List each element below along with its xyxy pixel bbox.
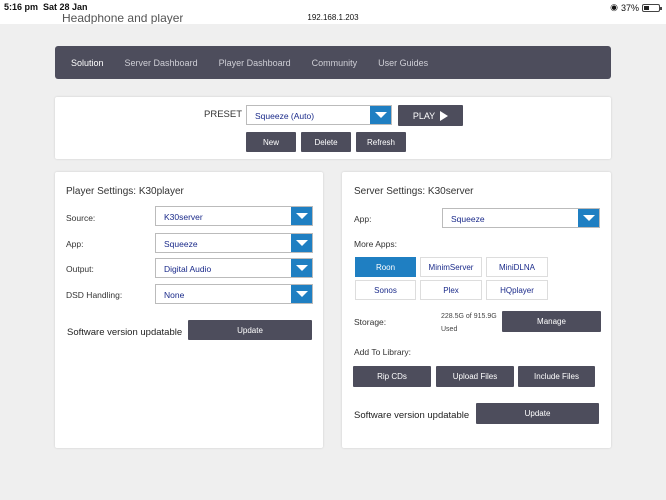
server-update-button[interactable]: Update [476, 403, 599, 424]
app-option-sonos[interactable]: Sonos [355, 280, 416, 300]
server-app-select-value: Squeeze [451, 214, 485, 224]
battery-percent: 37% [620, 2, 639, 13]
nav-item-player-dashboard[interactable]: Player Dashboard [219, 58, 291, 68]
output-select-value: Digital Audio [164, 264, 212, 274]
main-nav: Solution Server Dashboard Player Dashboa… [55, 46, 611, 79]
triangle-down-icon[interactable] [291, 207, 312, 225]
manage-storage-button[interactable]: Manage [502, 311, 601, 332]
nav-item-community[interactable]: Community [312, 58, 358, 68]
upload-files-button[interactable]: Upload Files [436, 366, 514, 387]
preset-select-value: Squeeze (Auto) [255, 111, 315, 121]
player-version-status: Software version updatable [67, 327, 183, 338]
app-option-minimserver[interactable]: MinimServer [420, 257, 482, 277]
more-apps-label: More Apps: [354, 239, 397, 249]
source-select[interactable]: K30server [155, 206, 313, 226]
triangle-down-icon[interactable] [578, 209, 599, 227]
app-label: App: [66, 239, 84, 249]
triangle-down-icon[interactable] [370, 106, 391, 124]
storage-usage: 228.5G of 915.9G Used [441, 310, 497, 336]
app-option-roon[interactable]: Roon [355, 257, 416, 277]
storage-usage-amount: 228.5G of 915.9G [441, 313, 497, 320]
output-select[interactable]: Digital Audio [155, 258, 313, 278]
battery-level [644, 5, 649, 10]
status-date: Sat 28 Jan [43, 2, 88, 12]
play-button[interactable]: PLAY [398, 105, 463, 126]
dsd-handling-label: DSD Handling: [66, 290, 123, 300]
server-app-label: App: [354, 214, 372, 224]
status-indicators: ◉ 37% [610, 2, 662, 13]
status-time-date: 5:16 pm Sat 28 Jan [4, 2, 88, 12]
add-to-library-label: Add To Library: [354, 347, 412, 357]
dsd-handling-select-value: None [164, 290, 185, 300]
triangle-down-icon[interactable] [291, 285, 312, 303]
server-app-select[interactable]: Squeeze [442, 208, 600, 228]
player-settings-title: Player Settings: K30player [66, 186, 184, 197]
app-option-plex[interactable]: Plex [420, 280, 482, 300]
play-icon [440, 110, 449, 121]
preset-label: PRESET [204, 109, 243, 120]
nav-item-server-dashboard[interactable]: Server Dashboard [125, 58, 198, 68]
storage-label: Storage: [354, 317, 387, 327]
rip-cds-button[interactable]: Rip CDs [353, 366, 431, 387]
play-button-label: PLAY [412, 110, 436, 121]
preset-panel: PRESET Squeeze (Auto) PLAY New Delete Re… [55, 97, 611, 159]
storage-usage-used: Used [441, 326, 458, 333]
wifi-icon: ◉ [610, 2, 618, 12]
server-settings-panel: Server Settings: K30server App: Squeeze … [342, 172, 611, 448]
server-version-status: Software version updatable [354, 410, 470, 421]
nav-item-solution[interactable]: Solution [71, 58, 104, 68]
app-option-hqplayer[interactable]: HQplayer [486, 280, 548, 300]
refresh-button[interactable]: Refresh [356, 132, 406, 152]
delete-preset-button[interactable]: Delete [301, 132, 351, 152]
preset-select[interactable]: Squeeze (Auto) [246, 105, 392, 125]
source-label: Source: [66, 213, 96, 223]
player-update-button[interactable]: Update [188, 320, 312, 340]
new-preset-button[interactable]: New [246, 132, 296, 152]
source-select-value: K30server [164, 212, 203, 222]
triangle-down-icon[interactable] [291, 259, 312, 277]
app-option-minidlna[interactable]: MiniDLNA [486, 257, 548, 277]
output-label: Output: [66, 264, 94, 274]
nav-item-user-guides[interactable]: User Guides [378, 58, 428, 68]
include-files-button[interactable]: Include Files [518, 366, 595, 387]
player-app-select-value: Squeeze [164, 239, 198, 249]
server-settings-title: Server Settings: K30server [354, 186, 474, 197]
page-heading: Headphone and player [62, 14, 184, 24]
dsd-handling-select[interactable]: None [155, 284, 313, 304]
player-settings-panel: Player Settings: K30player Source: K30se… [55, 172, 323, 448]
triangle-down-icon[interactable] [291, 234, 312, 252]
player-app-select[interactable]: Squeeze [155, 233, 313, 253]
battery-icon [642, 3, 662, 12]
status-time: 5:16 pm [4, 2, 39, 12]
